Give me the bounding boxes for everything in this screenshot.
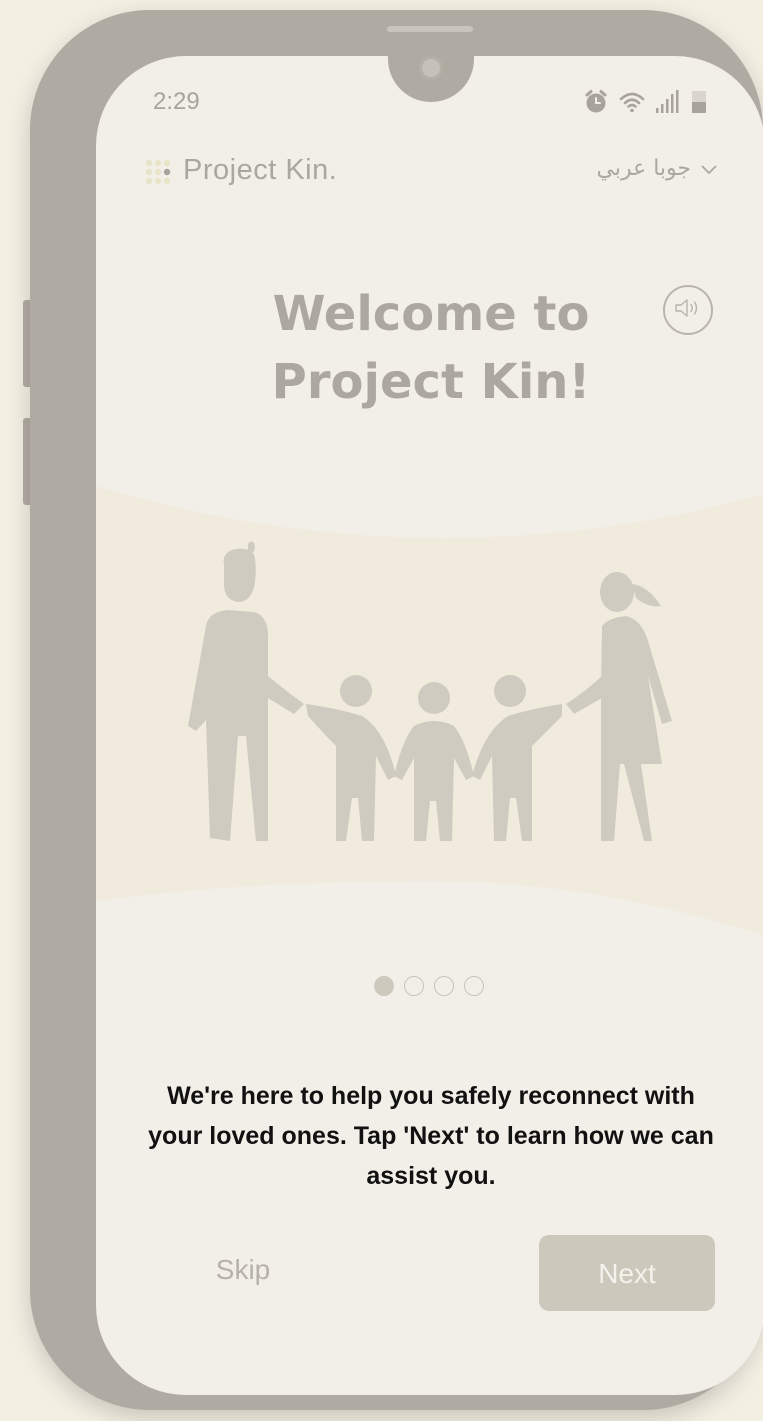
skip-button[interactable]: Skip	[196, 1240, 290, 1300]
page-dot-3[interactable]	[434, 976, 454, 996]
signal-icon	[655, 90, 681, 114]
dot-grid-logo-icon	[145, 159, 173, 185]
phone-speaker	[387, 26, 473, 32]
welcome-title-line1: Welcome to	[272, 286, 590, 342]
page-dot-2[interactable]	[404, 976, 424, 996]
chevron-down-icon	[701, 156, 717, 181]
family-illustration-icon	[96, 476, 763, 946]
phone-screen: 2:29 Project Kin. جوبا عربي Welcome to P…	[96, 56, 763, 1395]
page-dot-4[interactable]	[464, 976, 484, 996]
wifi-icon	[619, 91, 645, 113]
welcome-heading: Welcome to Project Kin!	[216, 280, 646, 416]
audio-play-button[interactable]	[663, 285, 713, 335]
page-dot-1[interactable]	[374, 976, 394, 996]
front-camera	[419, 56, 443, 80]
battery-icon	[691, 90, 707, 114]
page-indicator	[374, 976, 484, 996]
status-time: 2:29	[153, 88, 200, 115]
language-label: جوبا عربي	[596, 156, 691, 181]
app-header: Project Kin. جوبا عربي	[145, 154, 717, 194]
speaker-icon	[674, 297, 702, 323]
language-selector[interactable]: جوبا عربي	[596, 156, 717, 181]
alarm-icon	[583, 89, 609, 115]
next-button[interactable]: Next	[539, 1235, 715, 1311]
onboarding-message: We're here to help you safely reconnect …	[148, 1082, 714, 1190]
welcome-title-line2: Project Kin!	[271, 354, 591, 410]
phone-frame: 2:29 Project Kin. جوبا عربي Welcome to P…	[30, 10, 763, 1410]
app-title: Project Kin.	[183, 154, 338, 186]
camera-notch	[388, 56, 474, 102]
status-icons	[583, 89, 707, 115]
